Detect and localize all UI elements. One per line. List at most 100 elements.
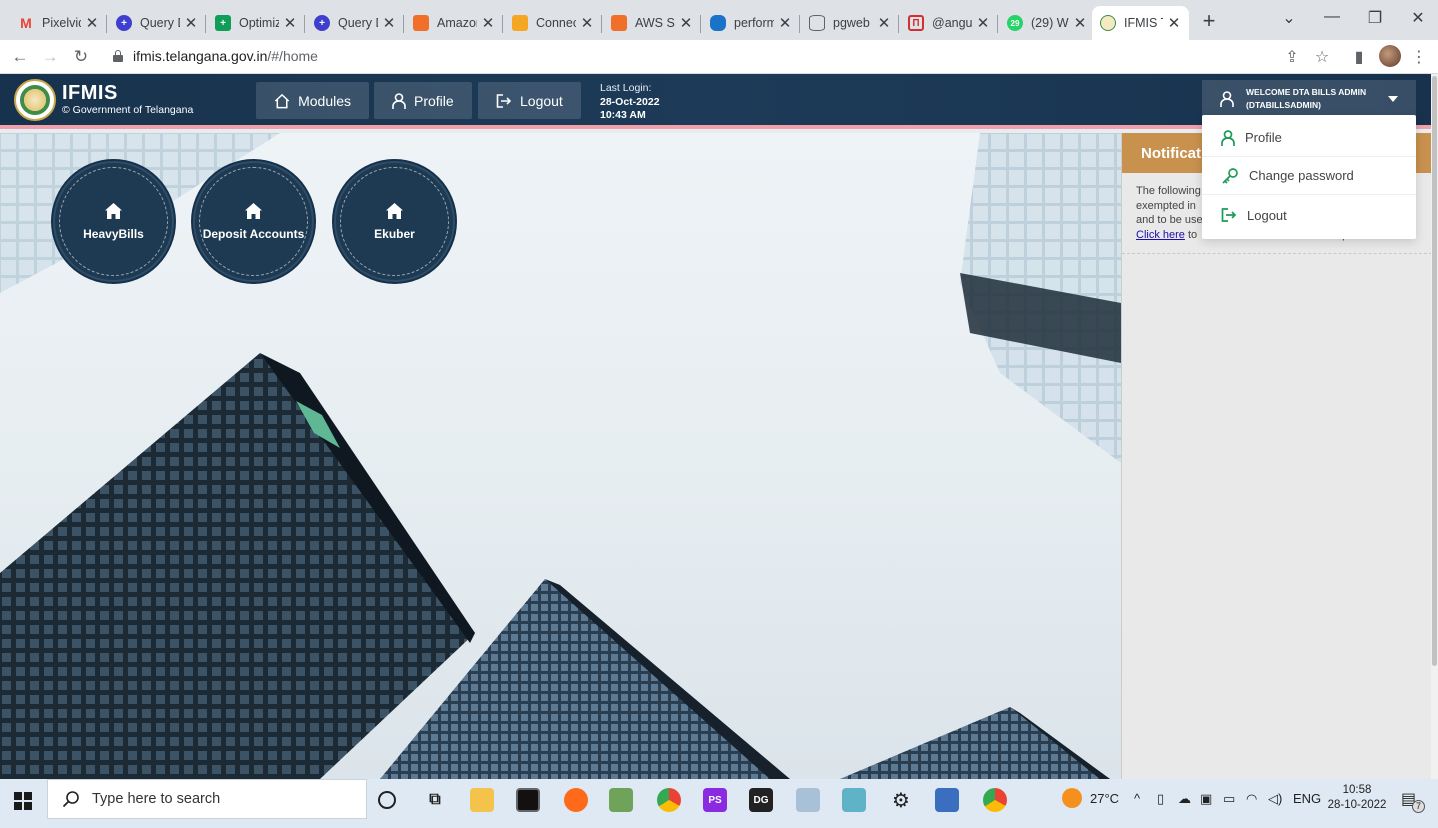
url-field[interactable]: ifmis.telangana.gov.in/#/home	[133, 48, 318, 64]
browser-tab[interactable]: + Query D ✕	[306, 6, 404, 40]
datagrip-icon[interactable]: DG	[749, 788, 773, 812]
module-heavybills[interactable]: HeavyBills	[53, 161, 174, 282]
browser-tab[interactable]: perform ✕	[702, 6, 800, 40]
language-indicator[interactable]: ENG	[1293, 791, 1321, 806]
close-icon[interactable]: ✕	[580, 14, 594, 32]
back-icon[interactable]: ←	[8, 46, 32, 68]
last-login: Last Login: 28-Oct-2022 10:43 AM	[600, 82, 660, 121]
browser-tab-active[interactable]: IFMIS T ✕	[1092, 6, 1189, 40]
forward-icon[interactable]: →	[38, 46, 62, 68]
menu-item-change-password[interactable]: Change password	[1202, 157, 1416, 195]
aws-icon	[611, 15, 627, 31]
system-clock[interactable]: 10:58 28-10-2022	[1322, 783, 1392, 813]
browser-tab[interactable]: M Pixelvid ✕	[10, 6, 107, 40]
chevron-up-icon[interactable]: ^	[1134, 791, 1140, 806]
restore-button[interactable]: ❐	[1360, 8, 1390, 28]
close-icon[interactable]: ✕	[877, 14, 891, 32]
menu-item-profile[interactable]: Profile	[1202, 119, 1416, 157]
notebook-icon[interactable]	[842, 788, 866, 812]
onedrive-cloud-icon[interactable]: ☁	[1178, 791, 1191, 807]
search-icon	[62, 791, 79, 808]
minimize-button[interactable]: —	[1317, 8, 1347, 26]
close-icon[interactable]: ✕	[283, 14, 297, 32]
windows-start-icon[interactable]	[14, 792, 32, 810]
usb-icon[interactable]: ▯	[1157, 791, 1164, 807]
page-scrollbar[interactable]	[1431, 74, 1438, 779]
whatsapp-icon: 29	[1007, 15, 1023, 31]
brand: IFMIS © Government of Telangana	[62, 82, 193, 116]
brand-subtitle: © Government of Telangana	[62, 104, 194, 116]
new-tab-button[interactable]: +	[1197, 10, 1221, 34]
home-icon	[274, 93, 290, 108]
reload-icon[interactable]: ↻	[69, 46, 93, 68]
key-icon	[1222, 167, 1238, 184]
home-icon	[105, 202, 122, 219]
close-icon[interactable]: ✕	[1073, 14, 1087, 32]
home-icon	[245, 202, 262, 219]
file-explorer-icon[interactable]	[470, 788, 494, 812]
profile-avatar[interactable]	[1379, 45, 1401, 67]
close-window-button[interactable]: ✕	[1403, 8, 1433, 28]
remote-desktop-icon[interactable]	[935, 788, 959, 812]
close-icon[interactable]: ✕	[976, 14, 990, 32]
weather-icon[interactable]	[1062, 788, 1082, 808]
module-ekuber[interactable]: Ekuber	[334, 161, 455, 282]
gmail-icon: M	[20, 15, 32, 31]
user-icon	[392, 92, 406, 109]
cortana-icon[interactable]	[378, 791, 396, 809]
browser-tab[interactable]: + Optimiz ✕	[207, 6, 305, 40]
settings-gear-icon[interactable]: ⚙	[889, 788, 913, 812]
browser-tab[interactable]: AWS Sy ✕	[603, 6, 701, 40]
sheets-icon: +	[215, 15, 231, 31]
close-icon[interactable]: ✕	[1167, 14, 1181, 32]
chevron-down-icon	[1388, 96, 1398, 102]
browser-tab[interactable]: Amazon ✕	[405, 6, 503, 40]
modules-button[interactable]: Modules	[256, 82, 369, 119]
meet-now-icon[interactable]: ▣	[1200, 791, 1212, 807]
windows-taskbar: Type here to search ⧉ PS DG ⚙ 27°C ^ ▯ ☁…	[0, 779, 1438, 828]
bookmark-star-icon[interactable]: ☆	[1311, 47, 1333, 67]
chrome-icon[interactable]	[983, 788, 1007, 812]
notepad-plus-icon[interactable]	[609, 788, 633, 812]
side-panel-icon[interactable]: ▮	[1348, 47, 1370, 67]
task-view-icon[interactable]: ⧉	[423, 788, 447, 812]
database-icon	[809, 15, 825, 31]
browser-tab[interactable]: Connec ✕	[504, 6, 602, 40]
close-icon[interactable]: ✕	[184, 14, 198, 32]
tab-search-icon[interactable]: ⌄	[1274, 8, 1304, 28]
click-here-link[interactable]: Click here	[1136, 229, 1185, 241]
weather-temp[interactable]: 27°C	[1090, 791, 1119, 806]
phpstorm-icon[interactable]: PS	[703, 788, 727, 812]
close-icon[interactable]: ✕	[382, 14, 396, 32]
menu-item-logout[interactable]: Logout	[1202, 196, 1416, 234]
more-menu-icon[interactable]: ⋮	[1408, 47, 1430, 67]
close-icon[interactable]: ✕	[85, 14, 99, 32]
user-menu-toggle[interactable]: WELCOME DTA BILLS ADMIN (DTABILLSADMIN)	[1202, 80, 1416, 117]
query-icon: +	[314, 15, 330, 31]
postman-icon[interactable]	[564, 788, 588, 812]
browser-tab[interactable]: pgweb ✕	[801, 6, 899, 40]
angular-icon: П	[908, 15, 924, 31]
telangana-seal-logo[interactable]	[14, 79, 56, 121]
share-icon[interactable]: ⇪	[1281, 47, 1303, 67]
browser-tab[interactable]: П @angul ✕	[900, 6, 998, 40]
terminal-icon[interactable]	[516, 788, 540, 812]
profile-button[interactable]: Profile	[374, 82, 472, 119]
image-viewer-icon[interactable]	[796, 788, 820, 812]
wifi-icon[interactable]: ◠	[1246, 791, 1257, 807]
chrome-icon[interactable]	[657, 788, 681, 812]
browser-tab[interactable]: 29 (29) Wh ✕	[999, 6, 1095, 40]
battery-icon[interactable]: ▭	[1223, 791, 1235, 807]
close-icon[interactable]: ✕	[679, 14, 693, 32]
browser-tab[interactable]: + Query D ✕	[108, 6, 206, 40]
taskbar-search-input[interactable]: Type here to search	[47, 779, 367, 819]
volume-icon[interactable]: ◁)	[1268, 791, 1282, 807]
module-deposit-accounts[interactable]: Deposit Accounts	[193, 161, 314, 282]
close-icon[interactable]: ✕	[778, 14, 792, 32]
address-bar: ← → ↻ ifmis.telangana.gov.in/#/home ⇪ ☆ …	[0, 40, 1438, 74]
lock-icon[interactable]	[113, 50, 123, 62]
logout-button[interactable]: Logout	[478, 82, 581, 119]
user-dropdown-menu: Profile Change password Logout	[1202, 115, 1416, 239]
page-viewport: HeavyBills Deposit Accounts Ekuber Notif…	[0, 74, 1431, 779]
close-icon[interactable]: ✕	[481, 14, 495, 32]
